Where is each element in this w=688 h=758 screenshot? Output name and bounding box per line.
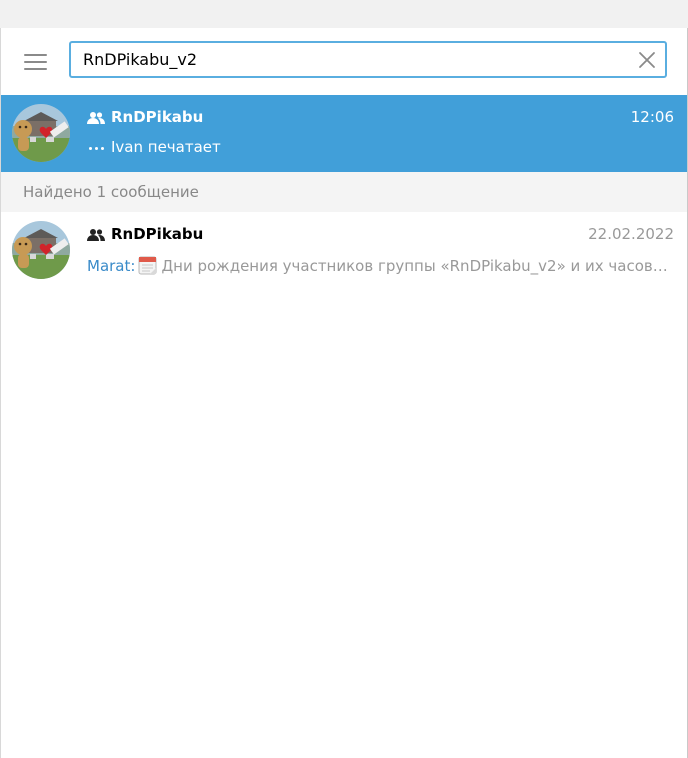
group-avatar (12, 221, 70, 279)
sender-name: Marat: (87, 257, 136, 275)
message-preview: Marat: Дни рождения участников группы «R… (87, 255, 675, 275)
calendar-emoji-icon (138, 256, 157, 275)
message-search-result[interactable]: RnDPikabu 22.02.2022 Marat: Дни рождения… (1, 212, 687, 289)
close-icon[interactable] (637, 50, 657, 70)
chat-list-panel: RnDPikabu 12:06 Ivan печатает Найдено 1 … (1, 28, 687, 758)
message-date: 22.02.2022 (588, 225, 674, 243)
search-results-header: Найдено 1 сообщение (1, 172, 687, 212)
typing-dots-icon (87, 143, 107, 153)
chat-typing-status: Ivan печатает (87, 138, 675, 156)
chat-name: RnDPikabu (111, 108, 204, 126)
typing-status-text: Ivan печатает (111, 138, 221, 156)
hamburger-menu-icon[interactable] (15, 45, 55, 77)
chat-row-active[interactable]: RnDPikabu 12:06 Ivan печатает (1, 95, 687, 172)
chat-time: 12:06 (630, 108, 674, 126)
group-icon (87, 229, 105, 241)
message-snippet: Дни рождения участников группы «RnDPikab… (161, 257, 675, 275)
window-top-strip (0, 0, 688, 28)
group-avatar (12, 104, 70, 162)
results-count-label: Найдено 1 сообщение (23, 183, 199, 201)
search-input[interactable] (83, 47, 623, 72)
search-field[interactable] (69, 41, 667, 78)
group-icon (87, 112, 105, 124)
chat-name: RnDPikabu (111, 225, 204, 243)
